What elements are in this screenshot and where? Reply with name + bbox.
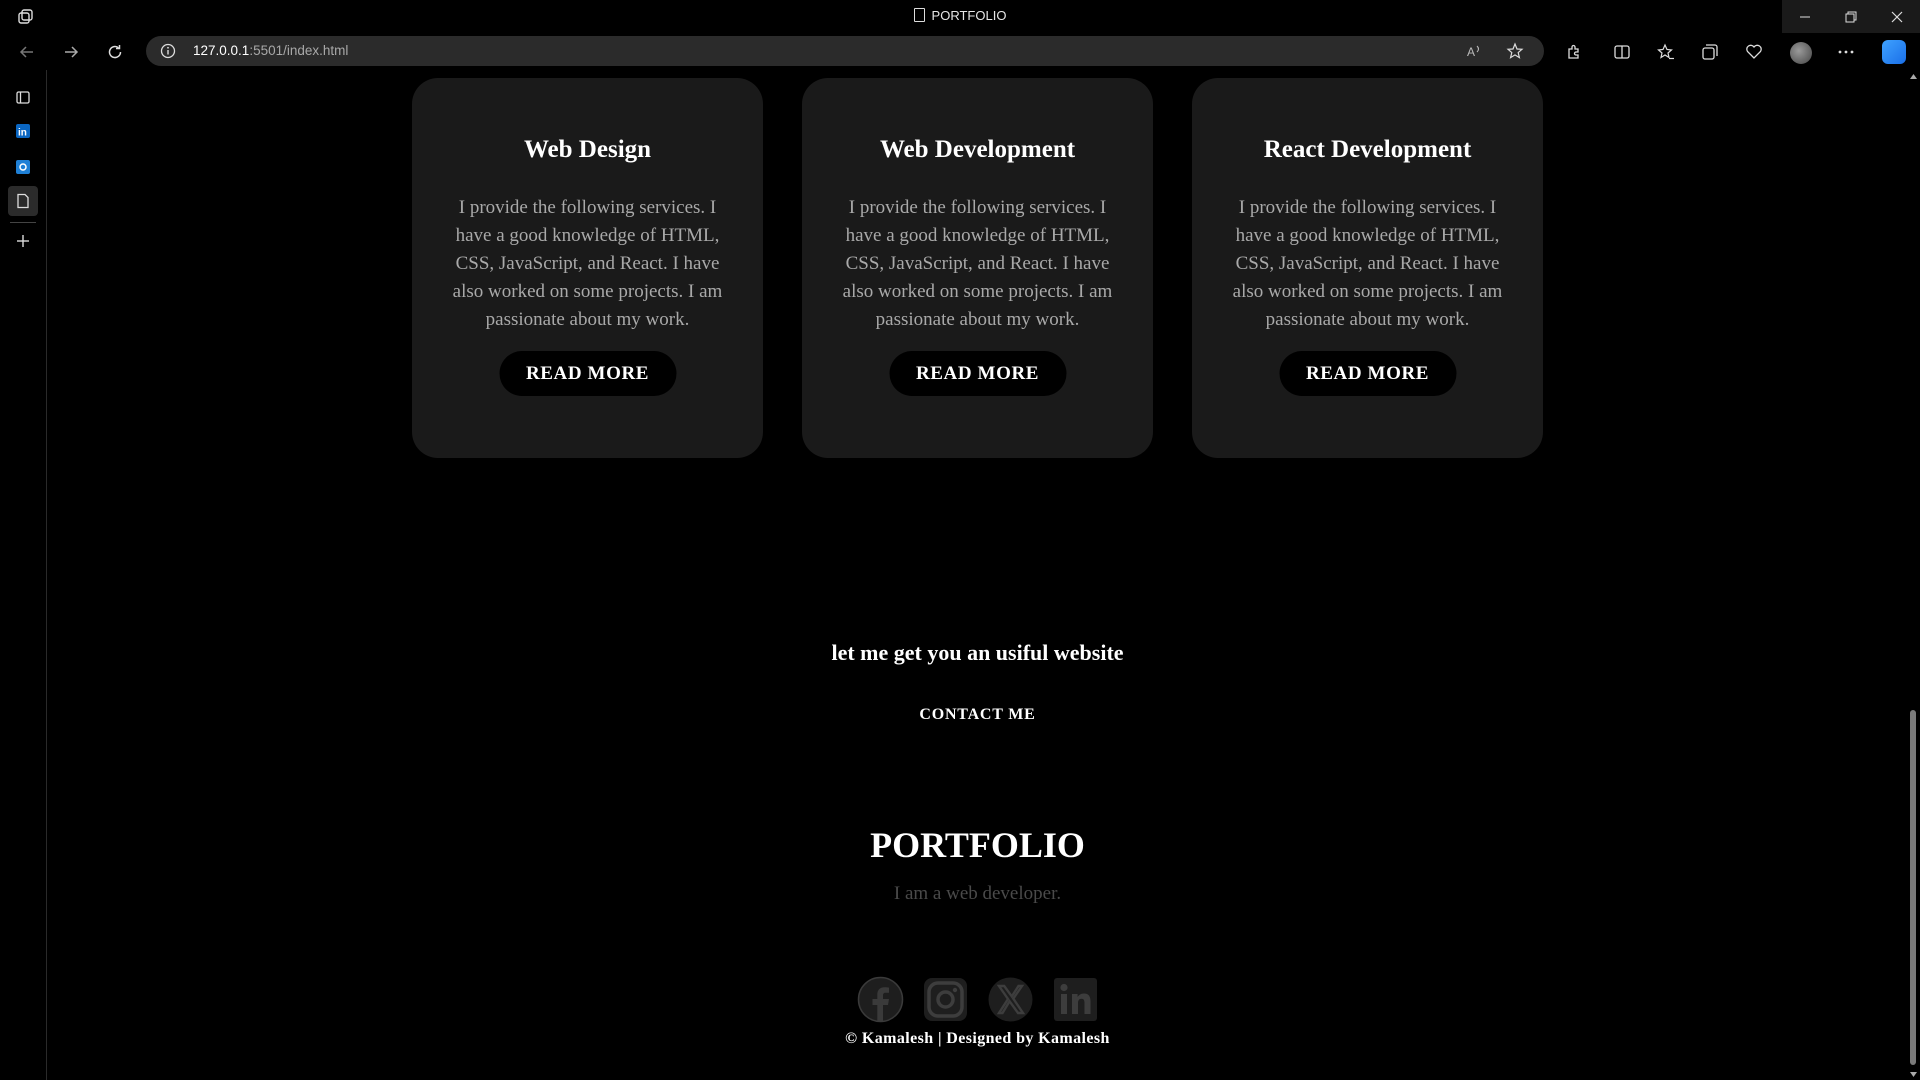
- read-more-button[interactable]: READ MORE: [499, 351, 676, 396]
- url-path: :5501/index.html: [249, 43, 349, 58]
- service-card-web-development: Web Development I provide the following …: [802, 78, 1153, 458]
- linkedin-icon[interactable]: [1052, 976, 1099, 1023]
- favorite-star-icon[interactable]: [1506, 42, 1524, 60]
- browser-essentials-icon[interactable]: [1744, 42, 1764, 62]
- more-options-icon[interactable]: [1836, 42, 1856, 62]
- favorites-icon[interactable]: [1656, 42, 1676, 62]
- current-tab-icon[interactable]: [8, 186, 38, 216]
- service-description: I provide the following services. I have…: [452, 197, 723, 330]
- window-title: PORTFOLIO: [0, 8, 1920, 23]
- url-text[interactable]: 127.0.0.1:5501/index.html: [193, 43, 348, 58]
- cta-tagline: let me get you an usiful website: [831, 640, 1124, 665]
- minimize-button[interactable]: [1782, 0, 1828, 33]
- page-scrollbar[interactable]: [1907, 70, 1920, 1080]
- close-button[interactable]: [1874, 0, 1920, 33]
- copyright-text: © Kamalesh | Designed by Kamalesh: [845, 1030, 1110, 1047]
- read-aloud-icon[interactable]: A: [1466, 42, 1484, 60]
- window-titlebar: PORTFOLIO: [0, 0, 1920, 33]
- social-links: [857, 976, 1099, 1023]
- facebook-icon[interactable]: [857, 976, 904, 1023]
- read-more-button[interactable]: READ MORE: [1279, 351, 1456, 396]
- browser-sidebar: in: [0, 70, 47, 1080]
- svg-text:A: A: [1467, 45, 1475, 59]
- contact-me-link[interactable]: CONTACT ME: [919, 706, 1035, 724]
- profile-avatar[interactable]: [1790, 42, 1812, 64]
- outlook-tab-icon[interactable]: [12, 156, 34, 178]
- new-tab-plus-icon[interactable]: [12, 230, 34, 252]
- scroll-thumb[interactable]: [1910, 710, 1916, 1065]
- tab-actions-icon[interactable]: [12, 86, 34, 108]
- split-screen-icon[interactable]: [1612, 42, 1632, 62]
- scroll-up-arrow-icon[interactable]: [1909, 72, 1918, 81]
- address-bar[interactable]: 127.0.0.1:5501/index.html A: [146, 36, 1544, 66]
- service-title: Web Development: [879, 136, 1076, 163]
- linkedin-tab-icon[interactable]: in: [12, 120, 34, 142]
- read-more-button[interactable]: READ MORE: [889, 351, 1066, 396]
- svg-text:in: in: [18, 128, 27, 139]
- extensions-icon[interactable]: [1564, 42, 1584, 62]
- collections-icon[interactable]: [1700, 42, 1720, 62]
- page-viewport: Web Design I provide the following servi…: [48, 70, 1907, 1080]
- instagram-icon[interactable]: [922, 976, 969, 1023]
- footer-title: PORTFOLIO: [870, 825, 1085, 865]
- x-twitter-icon[interactable]: [987, 976, 1034, 1023]
- tab-title: PORTFOLIO: [931, 8, 1007, 23]
- service-description: I provide the following services. I have…: [1232, 197, 1503, 330]
- service-title: React Development: [1263, 136, 1472, 163]
- refresh-button[interactable]: [102, 39, 128, 65]
- back-button[interactable]: [14, 39, 40, 65]
- service-card-web-design: Web Design I provide the following servi…: [412, 78, 763, 458]
- document-icon: [913, 8, 925, 22]
- restore-button[interactable]: [1828, 0, 1874, 33]
- browser-toolbar: 127.0.0.1:5501/index.html A: [0, 33, 1920, 70]
- url-host: 127.0.0.1: [193, 43, 250, 58]
- service-card-react-development: React Development I provide the followin…: [1192, 78, 1543, 458]
- sidebar-divider: [10, 222, 36, 223]
- forward-button[interactable]: [58, 39, 84, 65]
- service-description: I provide the following services. I have…: [842, 197, 1113, 330]
- service-title: Web Design: [523, 136, 652, 163]
- scroll-down-arrow-icon[interactable]: [1909, 1070, 1918, 1079]
- footer-subtitle: I am a web developer.: [893, 883, 1062, 904]
- copilot-icon[interactable]: [1882, 40, 1906, 64]
- site-info-icon[interactable]: [160, 43, 176, 59]
